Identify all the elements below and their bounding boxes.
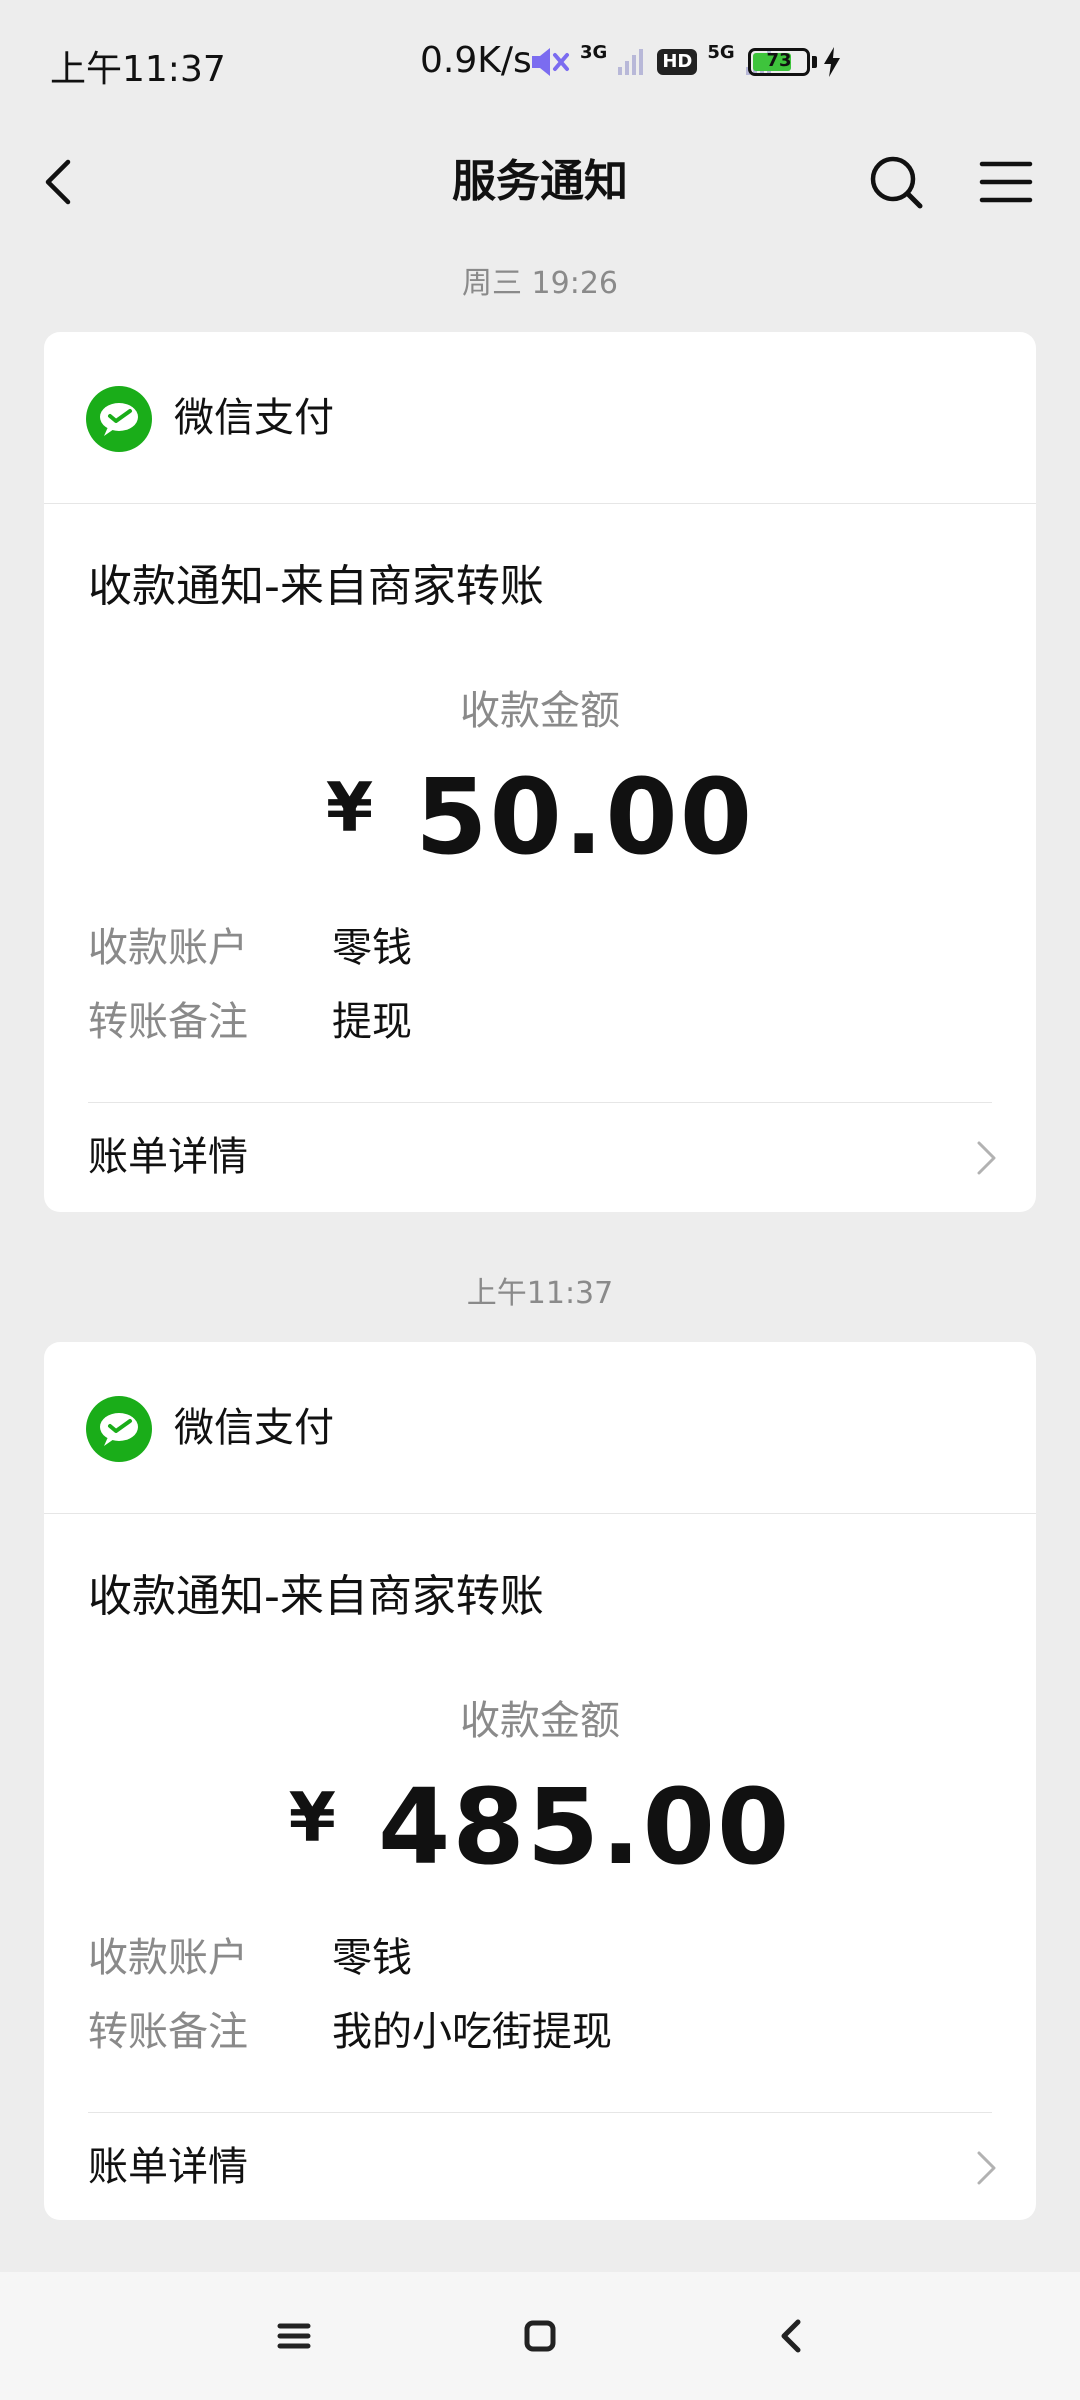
menu-icon (979, 161, 1033, 203)
bill-details-link[interactable]: 账单详情 (44, 2112, 1036, 2222)
card-header[interactable]: 微信支付 (44, 332, 1036, 504)
battery-nub (812, 56, 817, 68)
info-label: 收款账户 (88, 1935, 248, 1981)
amount-value: 485.00 (378, 1766, 792, 1888)
mute-icon (530, 45, 570, 79)
card-source-name: 微信支付 (174, 1405, 334, 1451)
info-value: 零钱 (332, 925, 412, 971)
status-time: 上午11:37 (50, 49, 226, 90)
info-value: 我的小吃街提现 (332, 2009, 612, 2055)
currency-symbol: ¥ (288, 1779, 338, 1858)
chevron-right-icon (976, 1140, 998, 1176)
menu-button[interactable] (974, 150, 1038, 214)
search-button[interactable] (864, 150, 928, 214)
message-timestamp: 上午11:37 (466, 1276, 614, 1311)
notification-card[interactable]: 微信支付 收款通知-来自商家转账 收款金额 ¥50.00 收款账户 零钱 转账备… (44, 332, 1036, 1212)
card-header[interactable]: 微信支付 (44, 1342, 1036, 1514)
info-label: 转账备注 (88, 2009, 248, 2055)
system-nav-bar (0, 2272, 1080, 2400)
amount: ¥50.00 (44, 756, 1036, 878)
charging-bolt-icon (822, 46, 842, 82)
battery-icon: 73 (748, 48, 810, 76)
signal-strength-icon (617, 47, 647, 77)
wechat-pay-icon (86, 1396, 152, 1462)
recent-apps-button[interactable] (258, 2300, 330, 2372)
bill-details-link[interactable]: 账单详情 (44, 1102, 1036, 1212)
bill-details-label: 账单详情 (88, 2144, 248, 2190)
search-icon (870, 156, 923, 209)
info-label: 转账备注 (88, 999, 248, 1045)
system-back-button[interactable] (756, 2300, 828, 2372)
wechat-pay-icon (86, 386, 152, 452)
signal-type-1: 3G (580, 41, 608, 63)
message-timestamp: 周三 19:26 (462, 266, 618, 301)
amount: ¥485.00 (44, 1766, 1036, 1888)
nav-bar: 服务通知 (0, 128, 1080, 236)
network-speed: 0.9K/s (420, 40, 532, 81)
chevron-left-icon (45, 159, 71, 205)
notification-card[interactable]: 微信支付 收款通知-来自商家转账 收款金额 ¥485.00 收款账户 零钱 转账… (44, 1342, 1036, 2220)
card-title: 收款通知-来自商家转账 (88, 1571, 544, 1622)
currency-symbol: ¥ (325, 769, 376, 848)
status-bar: 上午11:37 0.9K/s 3G HD 5G 73 (0, 0, 1080, 128)
recents-icon (277, 2323, 311, 2349)
back-button[interactable] (30, 150, 94, 214)
back-triangle-icon (781, 2319, 801, 2353)
info-value: 提现 (332, 999, 412, 1045)
battery-level: 73 (766, 50, 792, 71)
info-label: 收款账户 (88, 925, 248, 971)
amount-label: 收款金额 (460, 688, 620, 734)
hd-badge: HD (657, 49, 698, 75)
amount-value: 50.00 (415, 756, 755, 878)
card-title: 收款通知-来自商家转账 (88, 561, 544, 612)
info-value: 零钱 (332, 1935, 412, 1981)
home-button[interactable] (504, 2300, 576, 2372)
card-source-name: 微信支付 (174, 395, 334, 441)
amount-label: 收款金额 (460, 1698, 620, 1744)
chevron-right-icon (976, 2150, 998, 2186)
signal-type-2: 5G (707, 41, 735, 63)
home-icon (524, 2320, 556, 2352)
bill-details-label: 账单详情 (88, 1134, 248, 1180)
status-icons: 3G HD 5G (530, 40, 775, 84)
